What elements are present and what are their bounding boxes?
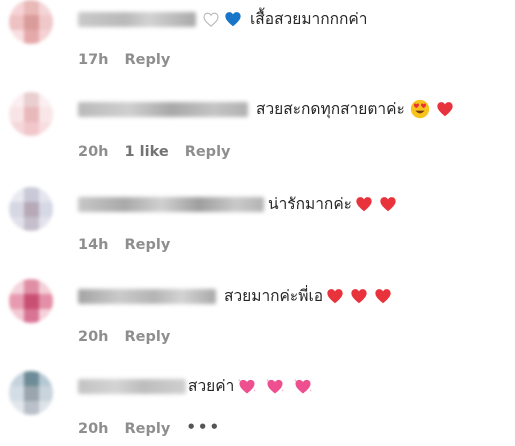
comment-text: สวยสะกดทุกสายตาค่ะ <box>256 100 405 118</box>
comment-body: เสื้อสวยมากกกค่า <box>203 8 367 30</box>
sparkling-heart-icon <box>293 377 313 395</box>
avatar[interactable] <box>9 187 53 231</box>
comment-body: น่ารักมากค่ะ <box>268 193 397 215</box>
comment-meta: 20h Reply <box>78 327 170 347</box>
comment-text: น่ารักมากค่ะ <box>268 195 353 213</box>
red-heart-icon <box>436 101 454 117</box>
comment-meta: 20h 1 like Reply <box>78 142 231 162</box>
red-heart-icon <box>350 288 368 304</box>
avatar[interactable] <box>9 0 53 44</box>
username-redacted[interactable] <box>78 285 216 307</box>
white-heart-icon <box>203 12 219 27</box>
comment-item: สวยสะกดทุกสายตาค่ะ 20h 1 like Reply <box>0 92 515 176</box>
username-redacted[interactable] <box>78 98 248 120</box>
comment-text: เสื้อสวยมากกกค่า <box>250 10 368 28</box>
sparkling-heart-icon <box>237 377 257 395</box>
like-count[interactable]: 1 like <box>125 144 169 160</box>
more-options-icon[interactable]: ••• <box>186 418 221 436</box>
comment-text: สวยมากค่ะพี่เอ <box>224 287 324 305</box>
comment-time[interactable]: 20h <box>78 421 109 437</box>
comment-item: สวยมากค่ะพี่เอ 20h Reply <box>0 277 515 361</box>
comment-item: น่ารักมากค่ะ 14h Reply <box>0 185 515 269</box>
avatar[interactable] <box>9 371 53 415</box>
red-heart-icon <box>374 288 392 304</box>
comment-meta: 20h Reply ••• <box>78 418 221 439</box>
red-heart-icon <box>355 196 373 212</box>
sparkling-heart-icon <box>265 377 285 395</box>
avatar[interactable] <box>9 279 53 323</box>
comment-meta: 17h Reply <box>78 50 170 70</box>
comment-time[interactable]: 14h <box>78 237 109 253</box>
comment-body: สวยค่า <box>188 375 313 397</box>
avatar[interactable] <box>9 92 53 136</box>
username-redacted[interactable] <box>78 375 186 397</box>
comment-body: สวยมากค่ะพี่เอ <box>224 285 392 307</box>
comment-body: สวยสะกดทุกสายตาค่ะ <box>256 98 454 120</box>
comment-text: สวยค่า <box>188 377 235 395</box>
comment-time[interactable]: 17h <box>78 52 109 68</box>
reply-button[interactable]: Reply <box>125 421 171 437</box>
comments-list: เสื้อสวยมากกกค่า 17h Reply สวยสะกดทุกสาย… <box>0 0 515 446</box>
username-redacted[interactable] <box>78 193 264 215</box>
comment-item: สวยค่า 20h Reply ••• <box>0 369 515 446</box>
comment-time[interactable]: 20h <box>78 329 109 345</box>
reply-button[interactable]: Reply <box>185 144 231 160</box>
comment-item: เสื้อสวยมากกกค่า 17h Reply <box>0 0 515 84</box>
blue-heart-icon <box>224 11 242 27</box>
red-heart-icon <box>326 288 344 304</box>
reply-button[interactable]: Reply <box>125 237 171 253</box>
reply-button[interactable]: Reply <box>125 329 171 345</box>
heart-eyes-icon <box>410 99 430 119</box>
reply-button[interactable]: Reply <box>125 52 171 68</box>
red-heart-icon <box>379 196 397 212</box>
username-redacted[interactable] <box>78 8 196 30</box>
comment-time[interactable]: 20h <box>78 144 109 160</box>
comment-meta: 14h Reply <box>78 235 170 255</box>
